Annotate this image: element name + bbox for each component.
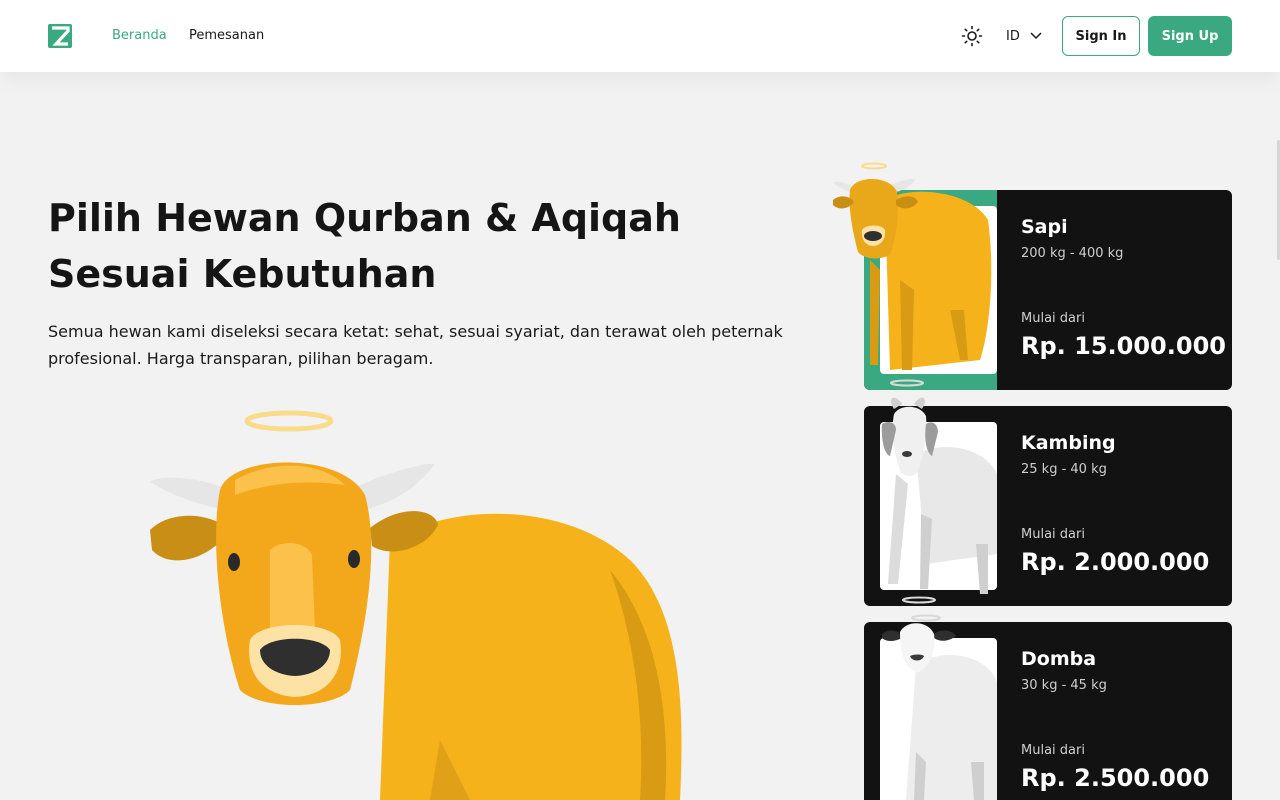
card-weight-range: 200 kg - 400 kg bbox=[1021, 246, 1124, 261]
language-label: ID bbox=[1006, 28, 1020, 44]
card-title: Kambing bbox=[1021, 432, 1116, 454]
nav-link-pemesanan[interactable]: Pemesanan bbox=[189, 27, 264, 45]
card-title: Domba bbox=[1021, 648, 1097, 670]
goat-thumbnail bbox=[881, 397, 997, 604]
top-navbar: Beranda Pemesanan ID Sign In Sign Up bbox=[0, 0, 1280, 72]
language-selector[interactable]: ID bbox=[1006, 26, 1042, 46]
cow-thumbnail bbox=[833, 162, 992, 387]
card-price-label: Mulai dari bbox=[1021, 743, 1085, 758]
sun-icon[interactable] bbox=[961, 25, 983, 47]
cow-illustration bbox=[150, 410, 682, 800]
card-price-label: Mulai dari bbox=[1021, 311, 1085, 326]
sign-up-button[interactable]: Sign Up bbox=[1148, 16, 1232, 56]
hero-description: Semua hewan kami diseleksi secara ketat:… bbox=[48, 322, 783, 368]
chevron-down-icon bbox=[1030, 32, 1042, 40]
sheep-thumbnail bbox=[882, 614, 997, 800]
hero-title: Pilih Hewan Qurban & Aqiqah Sesuai Kebut… bbox=[48, 196, 681, 296]
zoo-logo-icon[interactable] bbox=[48, 24, 72, 48]
nav-link-beranda[interactable]: Beranda bbox=[112, 27, 167, 45]
card-price-label: Mulai dari bbox=[1021, 527, 1085, 542]
sign-in-button[interactable]: Sign In bbox=[1062, 16, 1140, 56]
card-title: Sapi bbox=[1021, 216, 1068, 238]
card-weight-range: 25 kg - 40 kg bbox=[1021, 462, 1107, 477]
card-price: Rp. 2.000.000 bbox=[1021, 548, 1210, 576]
card-weight-range: 30 kg - 45 kg bbox=[1021, 678, 1107, 693]
card-price: Rp. 2.500.000 bbox=[1021, 764, 1210, 792]
card-price: Rp. 15.000.000 bbox=[1021, 332, 1226, 360]
